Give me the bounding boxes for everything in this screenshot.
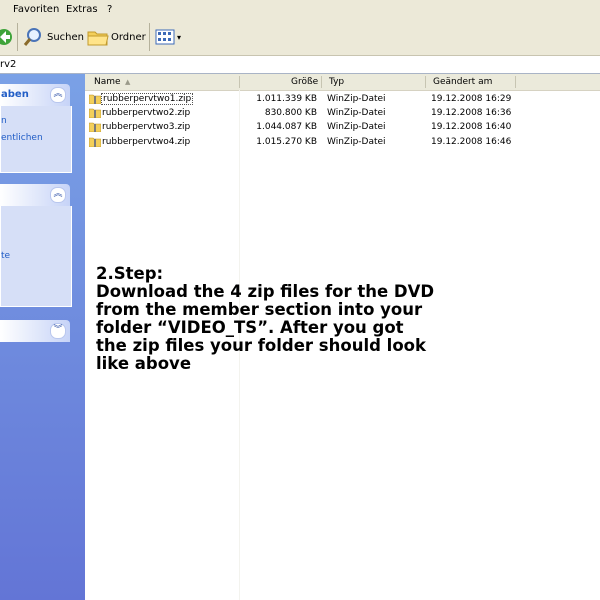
file-type: WinZip-Datei [327,122,386,132]
task-panel-2-header[interactable]: ︽ [0,184,70,206]
column-modified[interactable]: Geändert am [433,77,492,87]
folder-icon [87,31,109,46]
file-size: 1.015.270 KB [256,137,317,147]
file-name: rubberpervtwo3.zip [102,122,191,132]
file-row[interactable]: rubberpervtwo3.zip 1.044.087 KB WinZip-D… [85,121,600,135]
up-folder-button[interactable] [0,25,14,49]
zip-folder-icon [89,108,101,118]
column-type[interactable]: Typ [329,77,344,87]
folders-button[interactable]: Ordner [87,25,146,49]
caption-line: Download the 4 zip files for the DVD [96,282,435,301]
file-modified: 19.12.2008 16:36 [431,108,512,118]
file-name: rubberpervtwo4.zip [102,137,191,147]
zip-folder-icon [89,94,101,104]
folders-button-label: Ordner [111,31,146,43]
menu-favorites[interactable]: Favoriten [13,4,59,15]
file-name: rubberpervtwo1.zip [101,93,194,105]
caption-line: folder “VIDEO_TS”. After you got [96,318,404,337]
menu-help[interactable]: ? [107,4,112,15]
file-modified: 19.12.2008 16:40 [431,122,512,132]
file-size: 1.044.087 KB [256,122,317,132]
task-panel-1-title: aben [1,89,29,100]
task-link-2[interactable]: entlichen [1,133,43,143]
search-button[interactable]: Suchen [23,25,84,49]
caption-line: 2.Step: [96,264,164,283]
toolbar: Suchen Ordner ▾ [0,19,600,56]
up-arrow-icon [0,29,12,45]
address-bar[interactable]: rv2 [0,56,600,74]
task-panel-3-header[interactable]: ︾ [0,320,70,342]
column-header: Name ▲ Größe Typ Geändert am [85,74,600,91]
zip-folder-icon [89,122,101,132]
menu-extras[interactable]: Extras [66,4,98,15]
file-row[interactable]: rubberpervtwo4.zip 1.015.270 KB WinZip-D… [85,136,600,150]
view-grid-icon [155,29,175,45]
task-pane: aben ︽ n entlichen ︽ te ︾ [0,74,85,600]
task-link-3[interactable]: te [1,251,10,261]
collapse-icon[interactable]: ︽ [50,87,66,103]
file-type: WinZip-Datei [327,94,386,104]
file-name: rubberpervtwo2.zip [102,108,191,118]
collapse-icon[interactable]: ︽ [50,187,66,203]
caption-line: like above [96,354,192,373]
views-button[interactable]: ▾ [155,25,181,49]
file-row[interactable]: rubberpervtwo2.zip 830.800 KB WinZip-Dat… [85,107,600,121]
file-modified: 19.12.2008 16:46 [431,137,512,147]
task-panel-1-header[interactable]: aben ︽ [0,84,70,106]
caption-line: the zip files your folder should look [96,336,426,355]
file-type: WinZip-Datei [327,137,386,147]
column-size[interactable]: Größe [291,77,318,87]
address-path: rv2 [0,59,17,70]
zip-folder-icon [89,137,101,147]
file-size: 1.011.339 KB [256,94,317,104]
instruction-caption: 2.Step: Download the 4 zip files for the… [96,265,476,373]
search-button-label: Suchen [47,31,85,43]
file-size: 830.800 KB [264,108,317,118]
expand-icon[interactable]: ︾ [50,323,66,339]
caption-line: from the member section into your [96,300,423,319]
task-link-1[interactable]: n [1,116,7,126]
sort-ascending-icon: ▲ [125,78,131,86]
task-panel-1-body: n entlichen [0,106,72,173]
task-panel-2-body: te [0,206,72,307]
chevron-down-icon: ▾ [177,32,182,42]
file-modified: 19.12.2008 16:29 [431,94,512,104]
search-icon [23,28,41,46]
file-type: WinZip-Datei [327,108,386,118]
file-row[interactable]: rubberpervtwo1.zip 1.011.339 KB WinZip-D… [85,93,600,107]
menu-bar: Favoriten Extras ? [0,0,600,19]
column-name[interactable]: Name [94,77,121,87]
